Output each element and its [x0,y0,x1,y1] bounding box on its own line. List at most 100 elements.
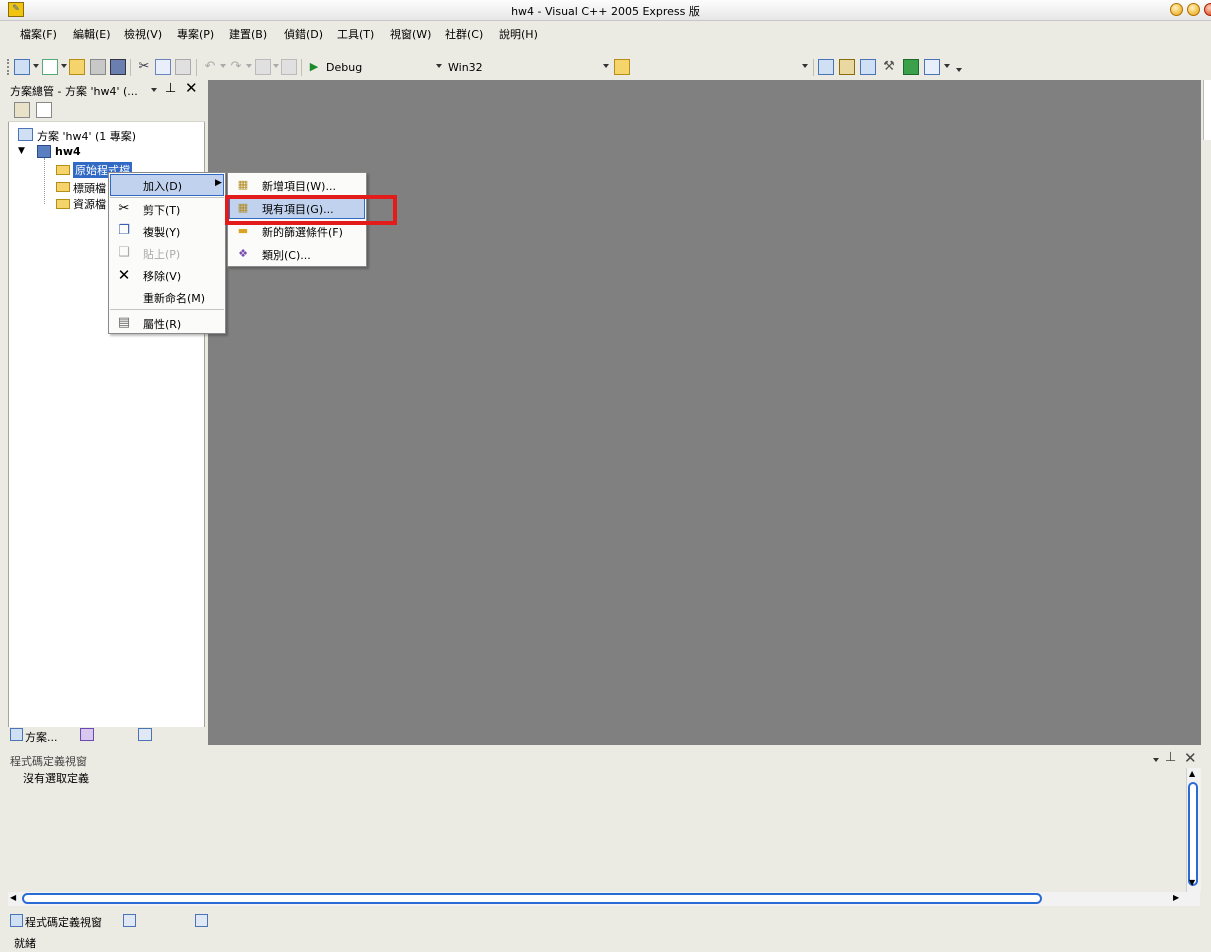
close-button[interactable] [1204,3,1211,16]
chevron-down-icon[interactable] [246,64,252,68]
toolbox-icon[interactable]: ⚒ [881,59,897,75]
save-all-icon[interactable] [110,59,126,75]
chevron-down-icon[interactable] [33,64,39,68]
navigate-forward-icon[interactable] [281,59,297,75]
open-folder-icon[interactable] [69,59,85,75]
copy-icon[interactable] [155,59,171,75]
command-window-icon[interactable] [924,59,940,75]
folder-icon [56,182,70,192]
platform-combo[interactable]: Win32 [448,61,483,74]
undo-icon[interactable]: ↶ [202,59,218,75]
ctx-item-copy[interactable]: ❐ 複製(Y) [110,220,224,242]
start-debug-icon[interactable]: ▶ [306,59,322,75]
solution-explorer-header: 方案總管 - 方案 'hw4' (... ⊥ ✕ [8,79,205,99]
sub-item-class[interactable]: ❖ 類別(C)... [229,243,365,265]
output-tab-icon[interactable] [123,914,136,927]
show-all-files-icon[interactable] [36,102,52,118]
code-def-title: 程式碼定義視窗 [10,755,87,768]
menu-file[interactable]: 檔案(F) [20,26,57,42]
menu-community[interactable]: 社群(C) [445,26,483,42]
chevron-down-icon[interactable] [61,64,67,68]
code-def-tab-icon [10,914,23,927]
ctx-item-remove[interactable]: ✕ 移除(V) [110,264,224,286]
pin-icon[interactable]: ⊥ [1165,750,1176,765]
tab-code-def[interactable]: 程式碼定義視窗 [25,914,102,930]
chevron-down-icon[interactable] [802,64,808,68]
menu-help[interactable]: 說明(H) [499,26,538,42]
menu-edit[interactable]: 編輯(E) [73,26,111,42]
window-title: hw4 - Visual C++ 2005 Express 版 [511,5,700,18]
toolbar-grip[interactable] [7,59,11,75]
status-text: 就緒 [14,937,36,950]
error-list-tab-icon[interactable] [195,914,208,927]
sub-item-new-item[interactable]: ▦ 新增項目(W)... [229,174,365,196]
pin-icon[interactable]: ⊥ [165,81,176,96]
maximize-button[interactable] [1187,3,1200,16]
navigate-back-icon[interactable] [255,59,271,75]
chevron-down-icon[interactable] [151,88,157,92]
tab-solution[interactable]: 方案... [25,729,58,745]
new-project-icon[interactable] [14,59,30,75]
menu-project[interactable]: 專案(P) [177,26,214,42]
object-browser-icon[interactable] [860,59,876,75]
scroll-thumb[interactable] [1188,782,1198,886]
config-combo[interactable]: Debug [326,61,362,74]
tree-project[interactable]: hw4 [55,145,81,158]
chevron-down-icon[interactable] [603,64,609,68]
scroll-thumb[interactable] [22,893,1042,904]
code-def-body[interactable]: 沒有選取定義 [18,768,1186,892]
start-page-icon[interactable] [903,59,919,75]
ctx-item-rename[interactable]: 重新命名(M) [110,286,224,308]
tree-folder-headers[interactable]: 標頭檔 [73,180,106,196]
properties-icon[interactable] [14,102,30,118]
menu-window[interactable]: 視窗(W) [390,26,431,42]
cut-icon: ✂ [118,201,130,216]
vertical-scrollbar[interactable]: ▲ ▼ [1186,768,1201,892]
chevron-down-icon[interactable] [1153,758,1159,762]
close-icon[interactable]: ✕ [185,79,198,97]
scroll-right-icon[interactable]: ▶ [1173,893,1179,902]
scroll-up-icon[interactable]: ▲ [1189,769,1195,778]
ctx-item-paste[interactable]: ❑ 貼上(P) [110,242,224,264]
code-def-header: 程式碼定義視窗 ⊥ ✕ [8,749,1203,768]
side-panel-tab[interactable] [1203,80,1211,140]
find-in-files-icon[interactable] [614,59,630,75]
expand-arrow-icon[interactable]: ▼ [18,146,25,156]
chevron-down-icon[interactable] [273,64,279,68]
scroll-left-icon[interactable]: ◀ [10,893,16,902]
properties-icon[interactable] [839,59,855,75]
menu-debug[interactable]: 偵錯(D) [284,26,323,42]
menu-view[interactable]: 檢視(V) [124,26,162,42]
remove-icon: ✕ [117,266,131,284]
save-icon[interactable] [90,59,106,75]
chevron-down-icon[interactable] [436,64,442,68]
solution-explorer-icon[interactable] [818,59,834,75]
bottom-tabs: 程式碼定義視窗 [8,912,1203,930]
toolbar-overflow-icon[interactable] [956,68,962,72]
ctx-item-properties[interactable]: ▤ 屬性(R) [110,312,224,334]
class-view-tab-icon[interactable] [80,728,94,741]
add-item-icon[interactable] [42,59,58,75]
properties-icon: ▤ [117,315,131,330]
tree-folder-resources[interactable]: 資源檔 [73,196,106,212]
menu-build[interactable]: 建置(B) [229,26,267,42]
chevron-down-icon[interactable] [944,64,950,68]
menu-tools[interactable]: 工具(T) [337,26,374,42]
folder-icon: ▬ [237,224,249,237]
scroll-down-icon[interactable]: ▼ [1189,878,1195,887]
ctx-item-add[interactable]: 加入(D) ▶ [110,174,224,196]
resource-view-tab-icon[interactable] [138,728,152,741]
ctx-item-cut[interactable]: ✂ 剪下(T) [110,198,224,220]
tree-solution[interactable]: 方案 'hw4' (1 專案) [37,128,136,144]
chevron-down-icon[interactable] [220,64,226,68]
redo-icon[interactable]: ↷ [228,59,244,75]
folder-icon [56,165,70,175]
paste-icon[interactable] [175,59,191,75]
cut-icon[interactable]: ✂ [136,59,152,75]
minimize-button[interactable] [1170,3,1183,16]
solution-explorer-toolbar [8,99,205,122]
horizontal-scrollbar[interactable]: ◀ ▶ [8,892,1200,906]
close-icon[interactable]: ✕ [1184,749,1197,767]
copy-icon: ❐ [118,223,130,238]
project-icon [37,145,51,158]
